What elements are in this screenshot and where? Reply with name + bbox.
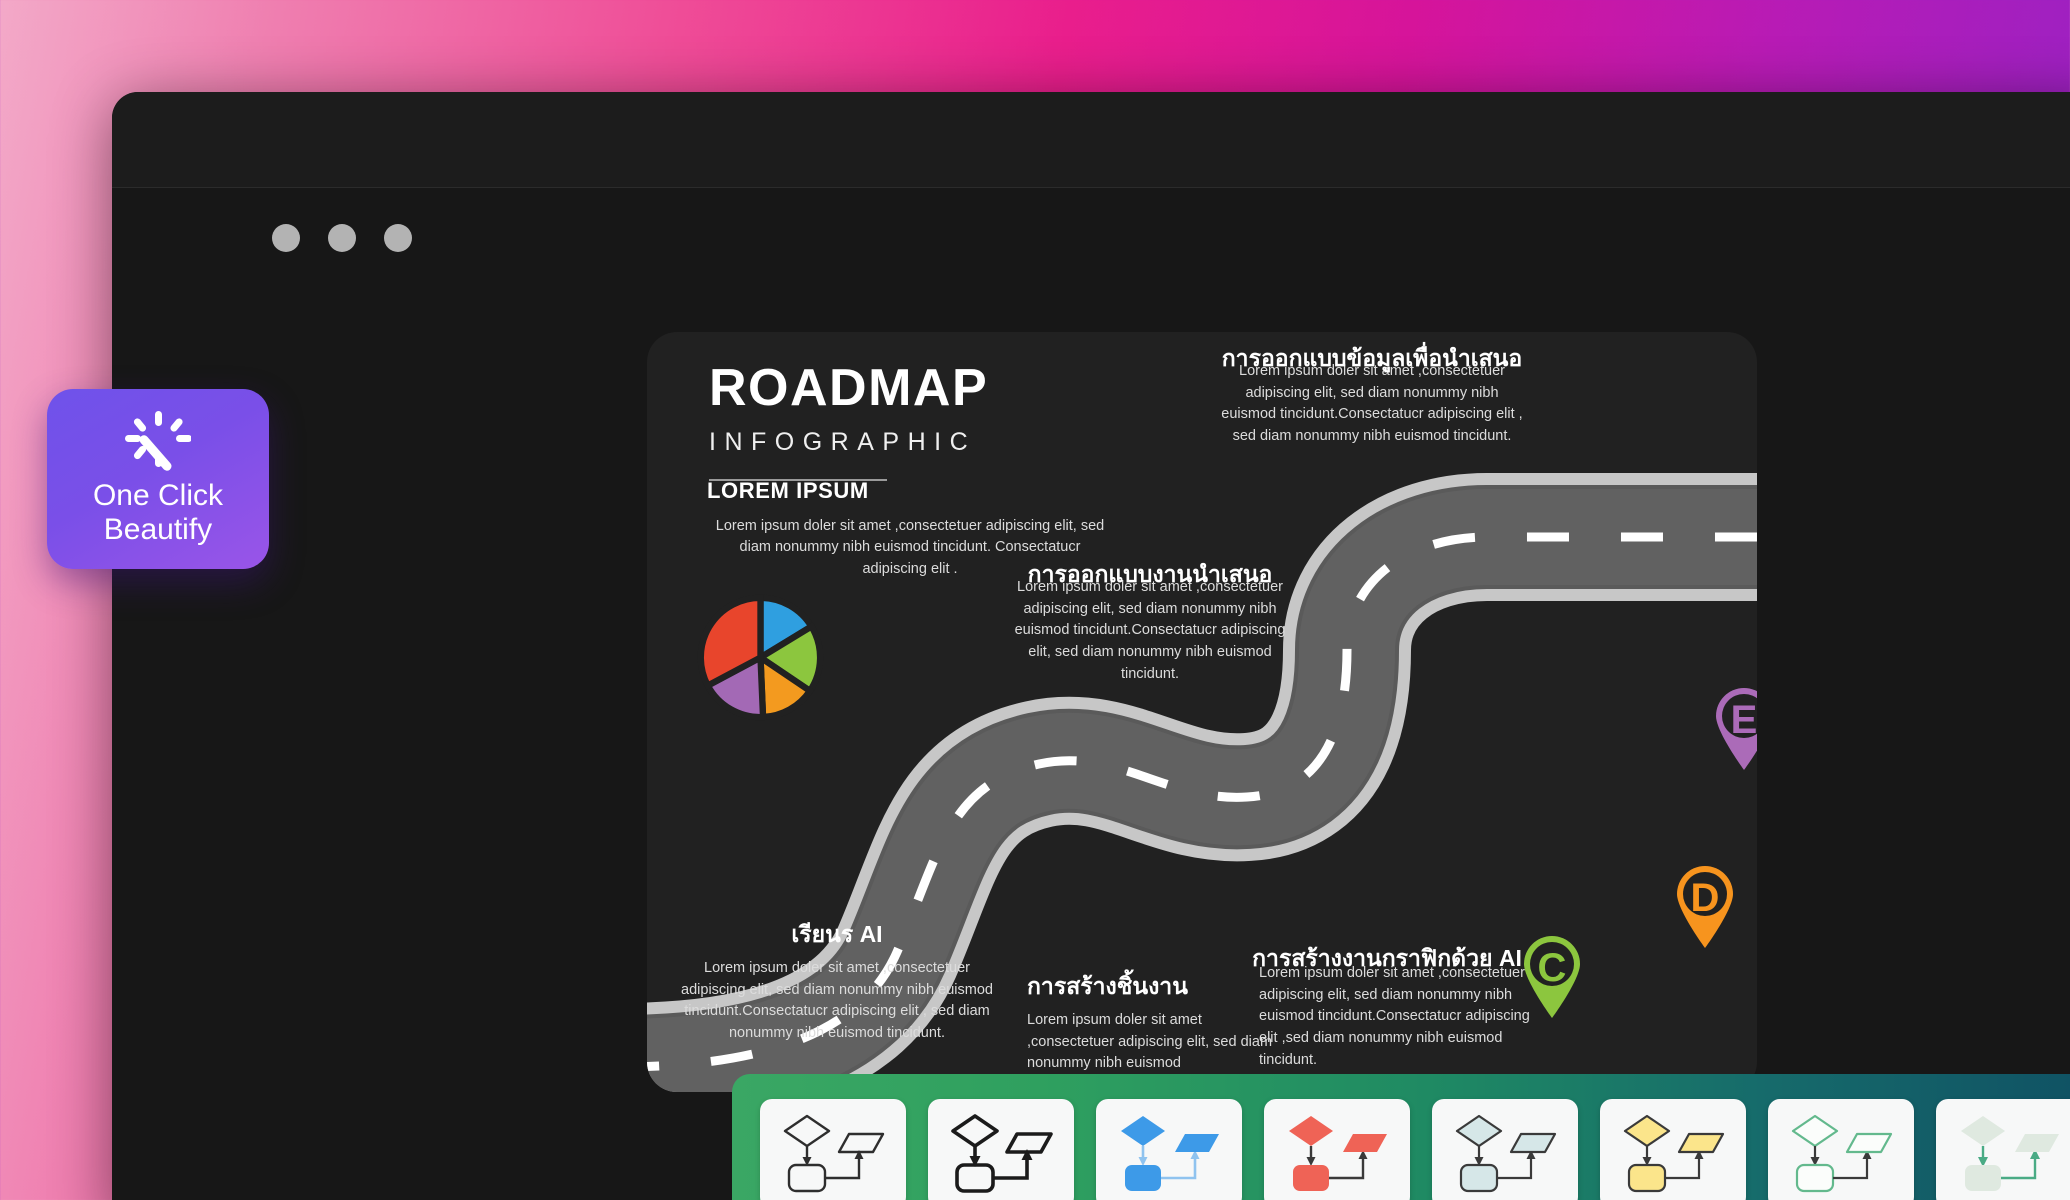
window-dot-maximize[interactable] [384,224,412,252]
template-thumbnail-7[interactable] [1768,1099,1914,1200]
text-block-data-design[interactable]: การออกแบบข้อมูลเพื่อนำเสนอ Lorem ipsum d… [1217,344,1527,448]
block-body-design-presentation: Lorem ipsum doler sit amet ,consectetuer… [1014,578,1286,682]
slide-title-block: ROADMAP INFOGRAPHIC [709,362,988,481]
map-pin-d[interactable]: D [1673,862,1737,950]
window-titlebar [112,92,2070,188]
page-subtitle: INFOGRAPHIC [709,428,977,456]
flowchart-sage-icon [1961,1116,2059,1191]
map-pin-label-d: D [1690,876,1720,920]
slide-canvas[interactable]: ROADMAP INFOGRAPHIC LOREM IPSUM Lorem ip… [647,332,1757,1092]
text-block-graphic-ai[interactable]: การสร้างงานกราฟิกด้วย AI Lorem ipsum dol… [1237,944,1537,1072]
flowchart-blue-icon [1121,1116,1219,1191]
flowchart-outline-bold-icon [951,1114,1053,1193]
block-body-learn-ai: Lorem ipsum doler sit amet ,consectetuer… [681,959,993,1041]
beautify-line-2: Beautify [103,513,213,546]
text-block-design-presentation[interactable]: การออกแบบงานนำเสนอ Lorem ipsum doler sit… [1005,560,1295,686]
template-thumbnail-1[interactable] [760,1099,906,1200]
block-heading-design-presentation: การออกแบบงานนำเสนอ [1027,561,1273,587]
block-heading-graphic-ai: การสร้างงานกราฟิกด้วย AI [1252,945,1522,971]
page-title: ROADMAP [709,359,989,417]
template-thumbnail-5[interactable] [1432,1099,1578,1200]
flowchart-pale-blue-icon [1455,1114,1557,1193]
map-pin-label-e: E [1730,698,1757,742]
block-heading-data-design: การออกแบบข้อมูลเพื่อนำเสนอ [1221,345,1523,371]
text-block-learn-ai[interactable]: เรียนร AI Lorem ipsum doler sit amet ,co… [677,920,997,1045]
flowchart-red-icon [1289,1116,1387,1191]
sparkle-burst-icon [125,411,191,472]
template-thumbnail-strip[interactable] [732,1074,2070,1200]
window-dot-minimize[interactable] [328,224,356,252]
template-thumbnail-3[interactable] [1096,1099,1242,1200]
flowchart-yellow-icon [1623,1114,1725,1193]
block-heading-learn-ai: เรียนร AI [791,921,883,947]
one-click-beautify-button[interactable]: One Click Beautify [47,389,269,569]
map-pin-e[interactable]: E [1712,684,1757,772]
flowchart-outline-dark-icon [783,1114,885,1193]
block-body-data-design: Lorem ipsum doler sit amet ,consectetuer… [1221,362,1523,444]
block-body-graphic-ai: Lorem ipsum doler sit amet ,consectetuer… [1259,964,1530,1068]
beautify-line-1: One Click [92,479,224,513]
pie-chart-decoration [697,594,824,721]
template-thumbnail-4[interactable] [1264,1099,1410,1200]
pie-chart-icon [697,594,824,721]
browser-window: ROADMAP INFOGRAPHIC LOREM IPSUM Lorem ip… [112,92,2070,1200]
template-thumbnail-6[interactable] [1600,1099,1746,1200]
flowchart-green-outline-icon [1791,1114,1893,1193]
one-click-beautify-label: One Click Beautify [93,479,223,546]
template-thumbnail-8[interactable] [1936,1099,2070,1200]
template-thumbnail-2[interactable] [928,1099,1074,1200]
window-dot-close[interactable] [272,224,300,252]
block-heading-lorem: LOREM IPSUM [707,478,869,503]
